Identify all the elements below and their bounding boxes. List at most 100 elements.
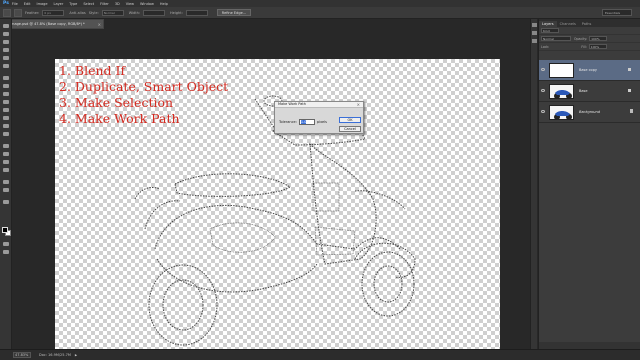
step-3: 3. Make Selection [59, 95, 174, 110]
document-tab[interactable]: Image.psd @ 47.8% (Base copy, RGB/8*) * … [6, 19, 104, 29]
close-icon[interactable]: × [357, 102, 360, 107]
zoom-tool-icon[interactable] [2, 187, 10, 193]
type-tool-icon[interactable] [2, 151, 10, 157]
make-work-path-dialog: Make Work Path × Tolerance: 1.0 pixels O… [274, 101, 364, 134]
layer-row-base-copy[interactable]: Base copy [539, 60, 640, 81]
tab-channels[interactable]: Channels [557, 21, 579, 27]
tab-paths[interactable]: Paths [579, 21, 595, 27]
quick-select-tool-icon[interactable] [2, 47, 10, 53]
tolerance-unit: pixels [316, 120, 327, 124]
visibility-eye-icon[interactable] [541, 68, 545, 71]
style-select[interactable]: Normal [101, 9, 124, 16]
gradient-tool-icon[interactable] [2, 115, 10, 121]
visibility-eye-icon[interactable] [541, 89, 545, 92]
smart-object-icon [628, 68, 631, 71]
visibility-eye-icon[interactable] [541, 110, 545, 113]
healing-brush-tool-icon[interactable] [2, 75, 10, 81]
step-4: 4. Make Work Path [59, 111, 180, 126]
status-bar: 47.83% Doc: 16.9M/25.7M ▶ [0, 349, 640, 360]
path-selection-tool-icon[interactable] [2, 159, 10, 165]
history-brush-tool-icon[interactable] [2, 99, 10, 105]
layer-thumbnail [549, 84, 574, 99]
dialog-title[interactable]: Make Work Path [275, 102, 363, 108]
history-panel-icon[interactable] [531, 23, 537, 27]
brush-tool-icon[interactable] [2, 83, 10, 89]
workspace-select[interactable]: Essentials [602, 9, 632, 16]
marquee-tool-icon[interactable] [3, 8, 11, 17]
opacity-label: Opacity: [574, 36, 588, 41]
height-input[interactable] [185, 9, 208, 16]
antialias-label[interactable]: Anti-alias [69, 11, 85, 15]
tab-layers[interactable]: Layers [539, 21, 557, 27]
crop-tool-icon[interactable] [2, 55, 10, 61]
layer-filter-row: Kind [539, 27, 640, 35]
refine-edge-button[interactable]: Refine Edge... [216, 9, 252, 16]
shape-tool-icon[interactable] [2, 167, 10, 173]
opacity-input[interactable]: 100% [589, 36, 608, 41]
lock-label: Lock: [541, 44, 550, 49]
feather-input[interactable]: 0 px [42, 9, 65, 16]
fill-input[interactable]: 100% [588, 44, 607, 49]
blend-mode-select[interactable]: Normal [541, 36, 571, 41]
lasso-tool-icon[interactable] [2, 39, 10, 45]
menu-image[interactable]: Image [37, 2, 48, 6]
marquee-tool-icon[interactable] [2, 31, 10, 37]
layer-thumbnail [549, 105, 574, 120]
lock-icon [630, 109, 633, 113]
kind-filter-select[interactable]: Kind [541, 28, 559, 33]
layer-row-background[interactable]: Background [539, 102, 640, 123]
layer-row-base[interactable]: Base [539, 81, 640, 102]
menu-layer[interactable]: Layer [54, 2, 64, 6]
panel-tabs: Layers Channels Paths [539, 19, 640, 27]
hand-tool-icon[interactable] [2, 179, 10, 185]
foreground-color-swatch[interactable] [2, 227, 8, 233]
layers-panel: Layers Channels Paths Kind Normal Opacit… [538, 19, 640, 349]
zoom-level-input[interactable]: 47.83% [13, 352, 31, 358]
width-input[interactable] [143, 9, 166, 16]
panel-icon-strip [530, 19, 537, 349]
width-label: Width: [128, 10, 141, 15]
layer-name[interactable]: Background [579, 110, 600, 114]
default-colors-icon[interactable] [2, 199, 10, 205]
menu-filter[interactable]: Filter [100, 2, 109, 6]
cancel-button[interactable]: Cancel [339, 126, 361, 132]
menu-file[interactable]: File [12, 2, 18, 6]
close-icon[interactable]: × [98, 20, 101, 29]
menu-edit[interactable]: Edit [24, 2, 31, 6]
selection-mode-icon[interactable] [14, 8, 22, 17]
pen-tool-icon[interactable] [2, 143, 10, 149]
tolerance-input[interactable]: 1.0 [298, 119, 315, 125]
screen-mode-icon[interactable] [2, 249, 10, 255]
move-tool-icon[interactable] [2, 23, 10, 29]
height-label: Height: [170, 10, 183, 15]
ok-button[interactable]: OK [339, 117, 361, 123]
tolerance-value: 1.0 [300, 120, 307, 124]
blur-tool-icon[interactable] [2, 123, 10, 129]
clone-stamp-tool-icon[interactable] [2, 91, 10, 97]
tolerance-row: Tolerance: 1.0 pixels [279, 119, 327, 125]
feather-label: Feather: [25, 10, 40, 15]
tutorial-steps: 1. Blend If 2. Duplicate, Smart Object 3… [59, 63, 228, 127]
fill-label: Fill: [581, 44, 587, 49]
menu-type[interactable]: Type [69, 2, 77, 6]
menu-select[interactable]: Select [83, 2, 94, 6]
step-1: 1. Blend If [59, 63, 126, 78]
layer-name[interactable]: Base copy [579, 68, 597, 72]
adjustments-panel-icon[interactable] [531, 39, 537, 43]
layer-name[interactable]: Base [579, 89, 588, 93]
menu-3d[interactable]: 3D [115, 2, 120, 6]
eyedropper-tool-icon[interactable] [2, 63, 10, 69]
layers-panel-footer [539, 342, 640, 349]
quick-mask-icon[interactable] [2, 241, 10, 247]
photoshop-logo: Ps [3, 1, 9, 6]
menu-view[interactable]: View [126, 2, 134, 6]
menu-bar: Ps File Edit Image Layer Type Select Fil… [0, 0, 640, 7]
properties-panel-icon[interactable] [531, 31, 537, 35]
eraser-tool-icon[interactable] [2, 107, 10, 113]
tolerance-label: Tolerance: [279, 120, 297, 124]
menu-window[interactable]: Window [140, 2, 154, 6]
status-menu-arrow-icon[interactable]: ▶ [75, 353, 77, 357]
menu-help[interactable]: Help [160, 2, 168, 6]
layer-style-icon [628, 89, 631, 92]
dodge-tool-icon[interactable] [2, 131, 10, 137]
